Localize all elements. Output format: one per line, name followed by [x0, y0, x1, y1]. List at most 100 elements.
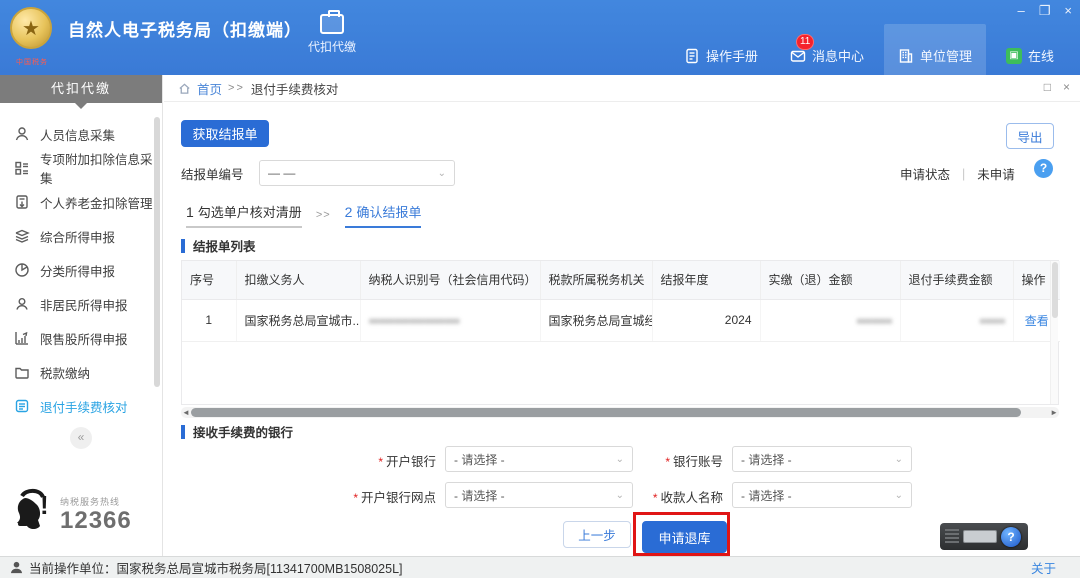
sidebar-item-personnel-info[interactable]: 人员信息采集 [0, 117, 162, 151]
apply-status-value: 未申请 [977, 164, 1015, 183]
scroll-right-icon[interactable]: ► [1050, 407, 1058, 418]
nav-online-status[interactable]: ▣ 在线 [994, 34, 1066, 77]
layers-icon [14, 228, 30, 244]
panel-restore-button[interactable]: □ [1044, 80, 1051, 94]
window-close-button[interactable]: × [1064, 4, 1072, 18]
chevron-down-icon: ⌄ [895, 490, 903, 501]
bank-branch-label: *开户银行网点 [284, 487, 436, 506]
sidebar: 代扣代缴 人员信息采集 专项附加扣除信息采集 个人养老金扣除管理 综合所得申报 … [0, 75, 163, 556]
doc-list-icon [14, 398, 30, 414]
brand: ★ 中国税务 自然人电子税务局（扣缴端） [10, 7, 302, 49]
settlement-table: 序号 扣缴义务人 纳税人识别号（社会信用代码） 税款所属税务机关 结报年度 实缴… [181, 260, 1059, 405]
help-icon[interactable]: ? [1034, 159, 1053, 178]
cell-year: 2024 [652, 299, 760, 341]
section-bar-icon [181, 239, 185, 253]
bank-account-select[interactable]: - 请选择 -⌄ [732, 446, 912, 472]
table-header-row: 序号 扣缴义务人 纳税人识别号（社会信用代码） 税款所属税务机关 结报年度 实缴… [182, 261, 1060, 299]
breadcrumb-current: 退付手续费核对 [251, 79, 339, 98]
step-2-confirm-settlement[interactable]: 2确认结报单 [345, 202, 422, 228]
pie-chart-icon [14, 262, 30, 278]
required-asterisk: * [665, 455, 670, 469]
step-1-select-checklist[interactable]: 1勾选单户核对清册 [186, 202, 302, 228]
window-restore-button[interactable]: ❐ [1039, 4, 1051, 18]
table-horizontal-scrollbar[interactable]: ◄ ► [181, 407, 1059, 418]
bank-branch-select[interactable]: - 请选择 -⌄ [445, 482, 633, 508]
previous-step-button[interactable]: 上一步 [563, 521, 631, 548]
widget-lines-icon [945, 529, 959, 544]
col-year: 结报年度 [652, 261, 760, 299]
widget-question-icon[interactable]: ? [1001, 527, 1021, 547]
cell-withholding-agent: 国家税务总局宣城市... [236, 299, 360, 341]
panel-close-button[interactable]: × [1063, 80, 1070, 94]
logo-caption: 中国税务 [16, 57, 48, 67]
current-operation-unit: 当前操作单位：国家税务总局宣城市税务局[11341700MB1508025L] [29, 558, 403, 577]
folder-icon [14, 364, 30, 380]
online-icon: ▣ [1006, 48, 1022, 64]
payee-name-select[interactable]: - 请选择 -⌄ [732, 482, 912, 508]
sidebar-item-comprehensive-income[interactable]: 综合所得申报 [0, 219, 162, 253]
fetch-settlement-button[interactable]: 获取结报单 [181, 120, 269, 147]
building-icon [898, 48, 914, 64]
sidebar-item-classified-income[interactable]: 分类所得申报 [0, 253, 162, 287]
user-icon [10, 561, 23, 574]
masked-fee-amount: ●●●●● [979, 316, 1004, 327]
breadcrumb-home-link[interactable]: 首页 [197, 79, 222, 98]
settlement-no-select[interactable]: — — ⌄ [259, 160, 455, 186]
bar-chart-icon [14, 330, 30, 346]
apply-status-label: 申请状态 [900, 164, 950, 183]
sidebar-menu: 人员信息采集 专项附加扣除信息采集 个人养老金扣除管理 综合所得申报 分类所得申… [0, 103, 162, 423]
step-separator: >> [316, 209, 331, 228]
sidebar-scrollbar[interactable] [154, 117, 160, 387]
nav-manual[interactable]: 操作手册 [672, 34, 770, 77]
scroll-left-icon[interactable]: ◄ [182, 407, 190, 418]
sidebar-item-refund-fee-check[interactable]: 退付手续费核对 [0, 389, 162, 423]
red-annotation-box: 申请退库 [633, 512, 730, 556]
masked-taxpayer-id: ●●●●●●●●●●●●●●●●●● [369, 316, 460, 327]
sidebar-header: 代扣代缴 [0, 75, 162, 103]
cell-seq: 1 [182, 299, 236, 341]
col-paid-amount: 实缴（退）金额 [760, 261, 900, 299]
sidebar-item-restricted-stock[interactable]: 限售股所得申报 [0, 321, 162, 355]
table-vertical-scrollbar[interactable] [1050, 261, 1058, 404]
horizontal-scroll-thumb[interactable] [191, 408, 1021, 417]
breadcrumb-separator: >> [228, 82, 245, 94]
hotline-number: 12366 [60, 508, 132, 534]
status-bar: 当前操作单位：国家税务总局宣城市税务局[11341700MB1508025L] … [0, 556, 1080, 578]
headset-person-icon: ! [12, 488, 54, 534]
floating-helper-widget[interactable]: ? [940, 523, 1028, 550]
briefcase-icon [320, 14, 344, 34]
payee-name-label: *收款人名称 [619, 487, 723, 506]
tax-bureau-logo-icon: ★ [10, 7, 52, 49]
person-icon [14, 126, 30, 142]
apply-refund-button[interactable]: 申请退库 [642, 521, 727, 553]
pension-doc-icon [14, 194, 30, 210]
bank-name-select[interactable]: - 请选择 -⌄ [445, 446, 633, 472]
sidebar-item-nonresident-income[interactable]: 非居民所得申报 [0, 287, 162, 321]
cell-taxpayer-id: ●●●●●●●●●●●●●●●●●● [360, 299, 540, 341]
app-window: – ❐ × ★ 中国税务 自然人电子税务局（扣缴端） 代扣代缴 操作手册 11 … [0, 0, 1080, 578]
window-minimize-button[interactable]: – [1018, 4, 1025, 18]
apply-status: 申请状态 | 未申请 [900, 164, 1015, 183]
col-fee-amount: 退付手续费金额 [900, 261, 1013, 299]
sidebar-item-pension-deduction[interactable]: 个人养老金扣除管理 [0, 185, 162, 219]
svg-text:!: ! [40, 490, 49, 520]
required-asterisk: * [353, 491, 358, 505]
bank-account-label: *银行账号 [619, 451, 723, 470]
nav-message-center[interactable]: 11 消息中心 [778, 34, 876, 77]
masked-paid-amount: ●●●●●●● [856, 316, 891, 327]
table-row: 1 国家税务总局宣城市... ●●●●●●●●●●●●●●●●●● 国家税务总局… [182, 299, 1060, 341]
view-link[interactable]: 查看 [1025, 314, 1049, 328]
col-tax-authority: 税款所属税务机关 [540, 261, 652, 299]
module-tab-withholding[interactable]: 代扣代缴 [300, 14, 364, 55]
step-wizard: 1勾选单户核对清册 >> 2确认结报单 [186, 202, 421, 228]
person-outline-icon [14, 296, 30, 312]
about-link[interactable]: 关于 [1031, 558, 1056, 577]
widget-keypad-icon [963, 530, 997, 543]
section-bar-icon [181, 425, 185, 439]
export-button[interactable]: 导出 [1006, 123, 1054, 149]
app-title: 自然人电子税务局（扣缴端） [68, 16, 302, 41]
sidebar-collapse-button[interactable]: « [70, 427, 92, 449]
col-withholding-agent: 扣缴义务人 [236, 261, 360, 299]
sidebar-item-special-deduction[interactable]: 专项附加扣除信息采集 [0, 151, 162, 185]
sidebar-item-tax-payment[interactable]: 税款缴纳 [0, 355, 162, 389]
